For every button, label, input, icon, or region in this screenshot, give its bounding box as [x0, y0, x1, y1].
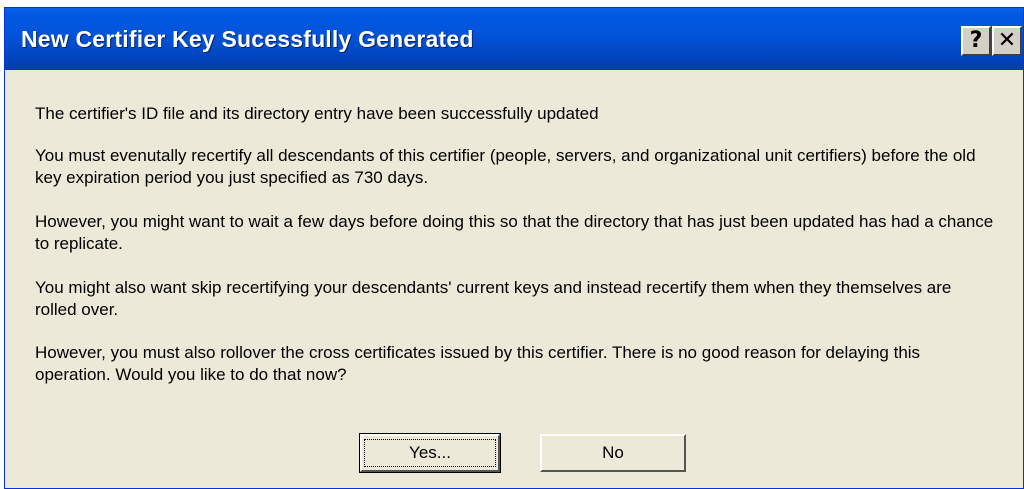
- dialog-title: New Certifier Key Sucessfully Generated: [21, 26, 474, 52]
- help-button[interactable]: ?: [961, 26, 991, 56]
- message-line-cross-certificates: However, you must also rollover the cros…: [35, 343, 921, 384]
- yes-button[interactable]: Yes...: [359, 433, 501, 473]
- message-line-updated: The certifier's ID file and its director…: [35, 104, 599, 123]
- help-icon: ?: [969, 28, 983, 53]
- dialog-body: The certifier's ID file and its director…: [5, 70, 1023, 488]
- close-icon: ✕: [997, 28, 1017, 53]
- no-button[interactable]: No: [540, 434, 686, 472]
- close-button[interactable]: ✕: [992, 26, 1022, 56]
- message-line-wait: However, you might want to wait a few da…: [35, 212, 994, 253]
- no-button-label: No: [602, 443, 624, 462]
- message-line-recertify: You must evenutally recertify all descen…: [35, 146, 976, 187]
- dialog-window: New Certifier Key Sucessfully Generated …: [4, 7, 1024, 489]
- title-bar[interactable]: New Certifier Key Sucessfully Generated …: [5, 8, 1023, 70]
- yes-button-label: Yes...: [364, 439, 496, 467]
- message-line-skip: You might also want skip recertifying yo…: [35, 278, 952, 319]
